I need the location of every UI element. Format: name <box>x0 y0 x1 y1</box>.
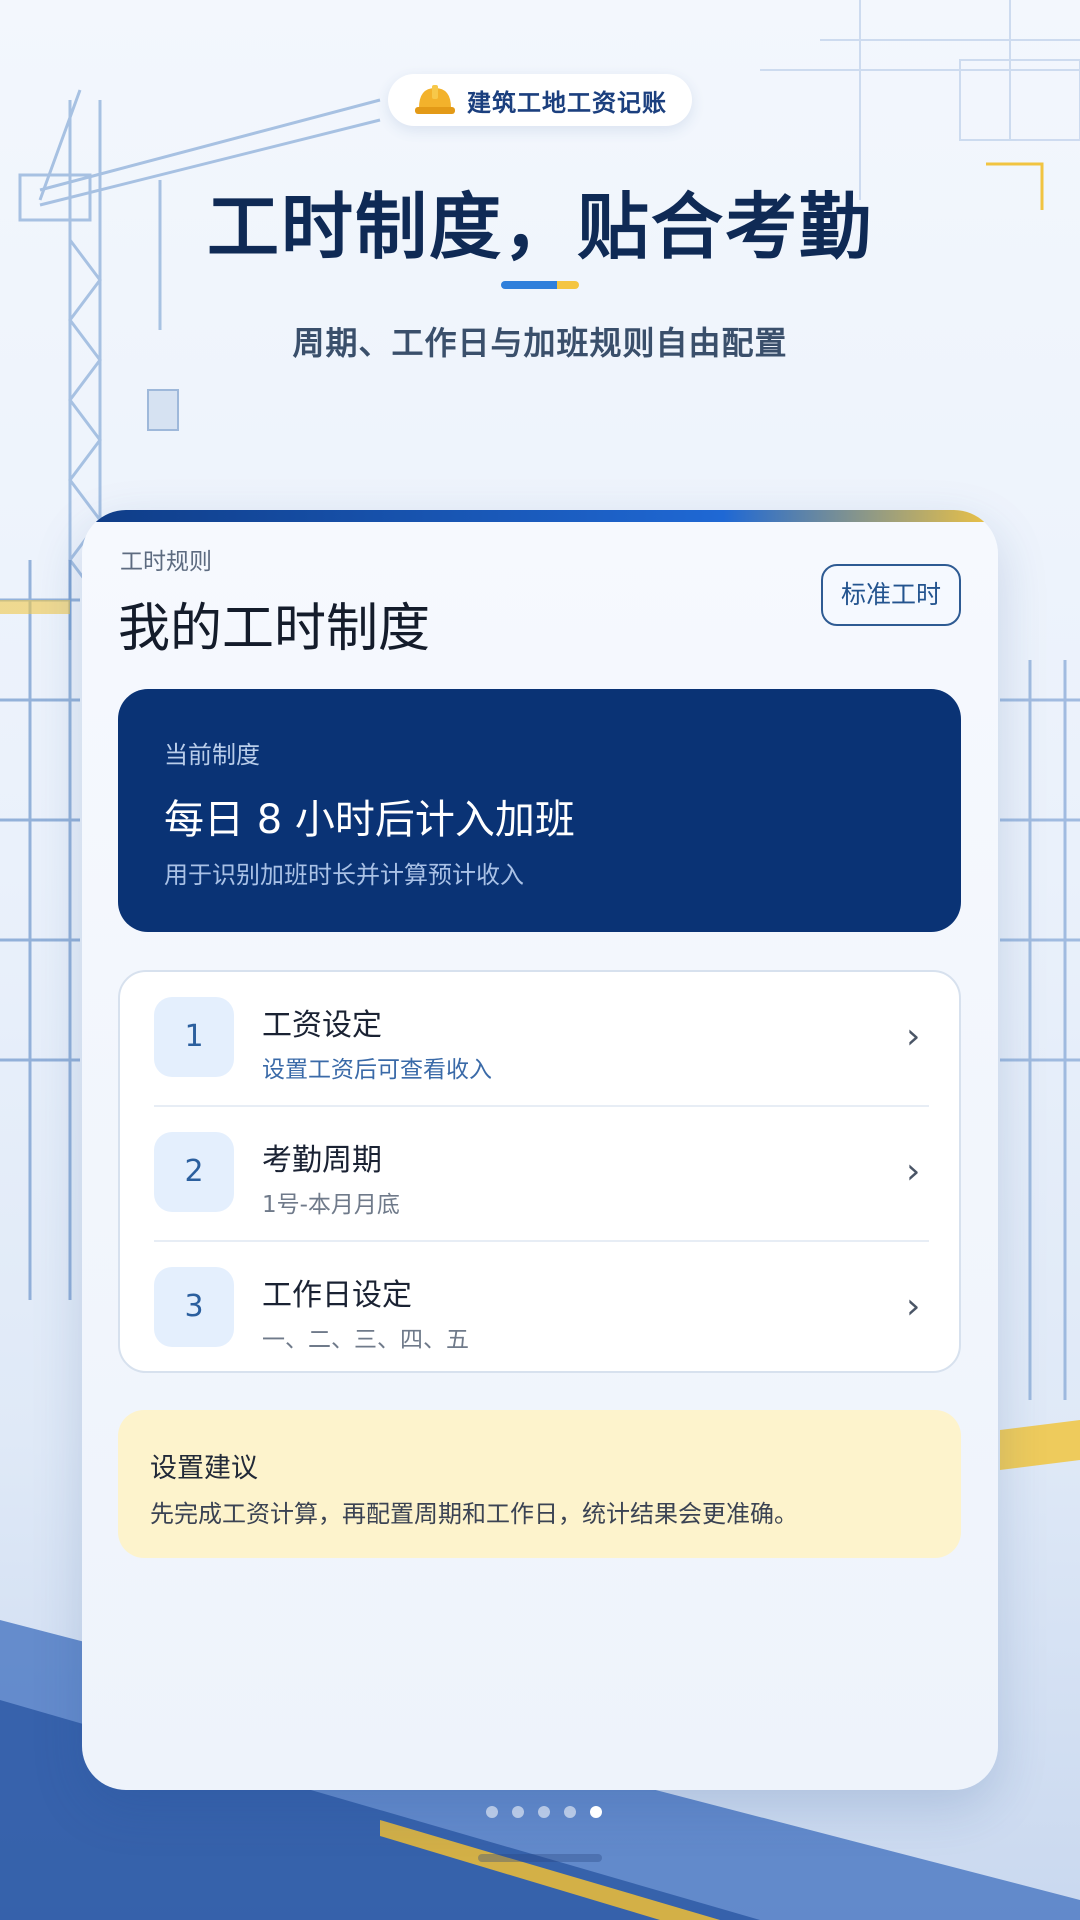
settings-item-subtitle: 一、二、三、四、五 <box>262 1327 469 1353</box>
underline-yellow <box>557 281 579 289</box>
hero-subtitle: 周期、工作日与加班规则自由配置 <box>292 324 788 362</box>
app-name: 建筑工地工资记账 <box>467 88 667 117</box>
settings-item-subtitle: 设置工资后可查看收入 <box>262 1057 492 1083</box>
settings-item-title: 工作日设定 <box>262 1278 412 1313</box>
chevron-right-icon: › <box>906 1286 921 1327</box>
advice-title: 设置建议 <box>150 1453 258 1484</box>
page-dot[interactable] <box>564 1806 576 1818</box>
underline-blue <box>501 281 557 289</box>
current-rule-desc: 用于识别加班时长并计算预计收入 <box>164 861 524 889</box>
settings-list: 1 工资设定 设置工资后可查看收入 › 2 考勤周期 1号-本月月底 › 3 工… <box>118 970 961 1373</box>
standard-hours-button[interactable]: 标准工时 <box>821 564 961 626</box>
current-rule-text: 每日 8 小时后计入加班 <box>164 797 575 843</box>
current-rule-panel: 当前制度 每日 8 小时后计入加班 用于识别加班时长并计算预计收入 <box>118 689 961 932</box>
settings-item-attendance-cycle[interactable]: 2 考勤周期 1号-本月月底 › <box>120 1107 959 1241</box>
settings-item-subtitle: 1号-本月月底 <box>262 1192 400 1218</box>
hero-title: 工时制度，贴合考勤 <box>206 185 873 269</box>
page-indicator <box>486 1806 602 1818</box>
chevron-right-icon: › <box>906 1016 921 1057</box>
page-dot[interactable] <box>486 1806 498 1818</box>
page-dot[interactable] <box>538 1806 550 1818</box>
work-hour-card: 工时规则 我的工时制度 标准工时 当前制度 每日 8 小时后计入加班 用于识别加… <box>82 510 998 1790</box>
settings-item-workdays[interactable]: 3 工作日设定 一、二、三、四、五 › <box>120 1242 959 1371</box>
current-rule-label: 当前制度 <box>164 741 260 769</box>
page-dot-active[interactable] <box>590 1806 602 1818</box>
advice-box: 设置建议 先完成工资计算，再配置周期和工作日，统计结果会更准确。 <box>118 1410 961 1558</box>
hard-hat-icon <box>415 85 455 114</box>
title-underline <box>501 281 579 289</box>
step-number: 2 <box>154 1132 234 1212</box>
page-dot[interactable] <box>512 1806 524 1818</box>
card-title: 我的工时制度 <box>118 599 431 659</box>
chevron-right-icon: › <box>906 1151 921 1192</box>
settings-item-title: 考勤周期 <box>262 1143 382 1178</box>
card-eyebrow: 工时规则 <box>120 549 212 575</box>
settings-item-wage[interactable]: 1 工资设定 设置工资后可查看收入 › <box>120 972 959 1106</box>
step-number: 3 <box>154 1267 234 1347</box>
settings-item-title: 工资设定 <box>262 1008 382 1043</box>
card-accent-bar <box>82 510 998 522</box>
home-indicator[interactable] <box>478 1854 602 1862</box>
step-number: 1 <box>154 997 234 1077</box>
app-badge: 建筑工地工资记账 <box>388 74 692 126</box>
advice-text: 先完成工资计算，再配置周期和工作日，统计结果会更准确。 <box>150 1500 798 1528</box>
